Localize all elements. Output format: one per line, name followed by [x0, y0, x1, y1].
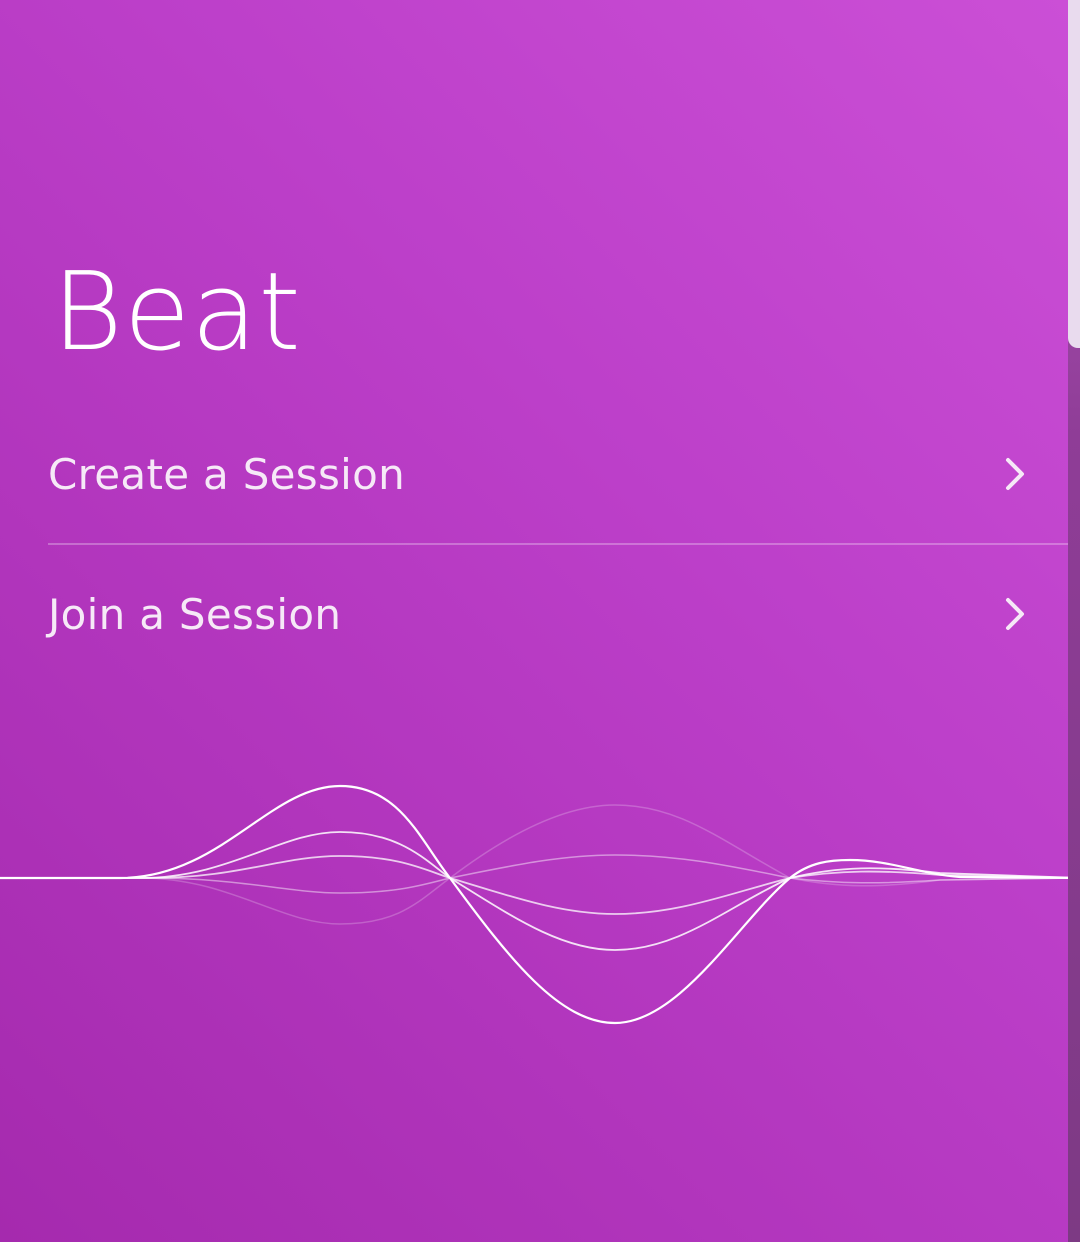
join-session-item[interactable]: Join a Session — [48, 545, 1068, 683]
sound-wave-graphic — [0, 784, 1068, 1025]
create-session-item[interactable]: Create a Session — [48, 405, 1068, 543]
create-session-label: Create a Session — [48, 449, 406, 499]
app-screen: Beat Create a Session Join a Session — [0, 0, 1068, 1242]
app-title: Beat — [52, 250, 302, 375]
chevron-right-icon — [1006, 598, 1024, 630]
session-menu: Create a Session Join a Session — [48, 405, 1068, 683]
chevron-right-icon — [1006, 458, 1024, 490]
join-session-label: Join a Session — [48, 589, 342, 639]
scrollbar-thumb[interactable] — [1068, 0, 1080, 348]
